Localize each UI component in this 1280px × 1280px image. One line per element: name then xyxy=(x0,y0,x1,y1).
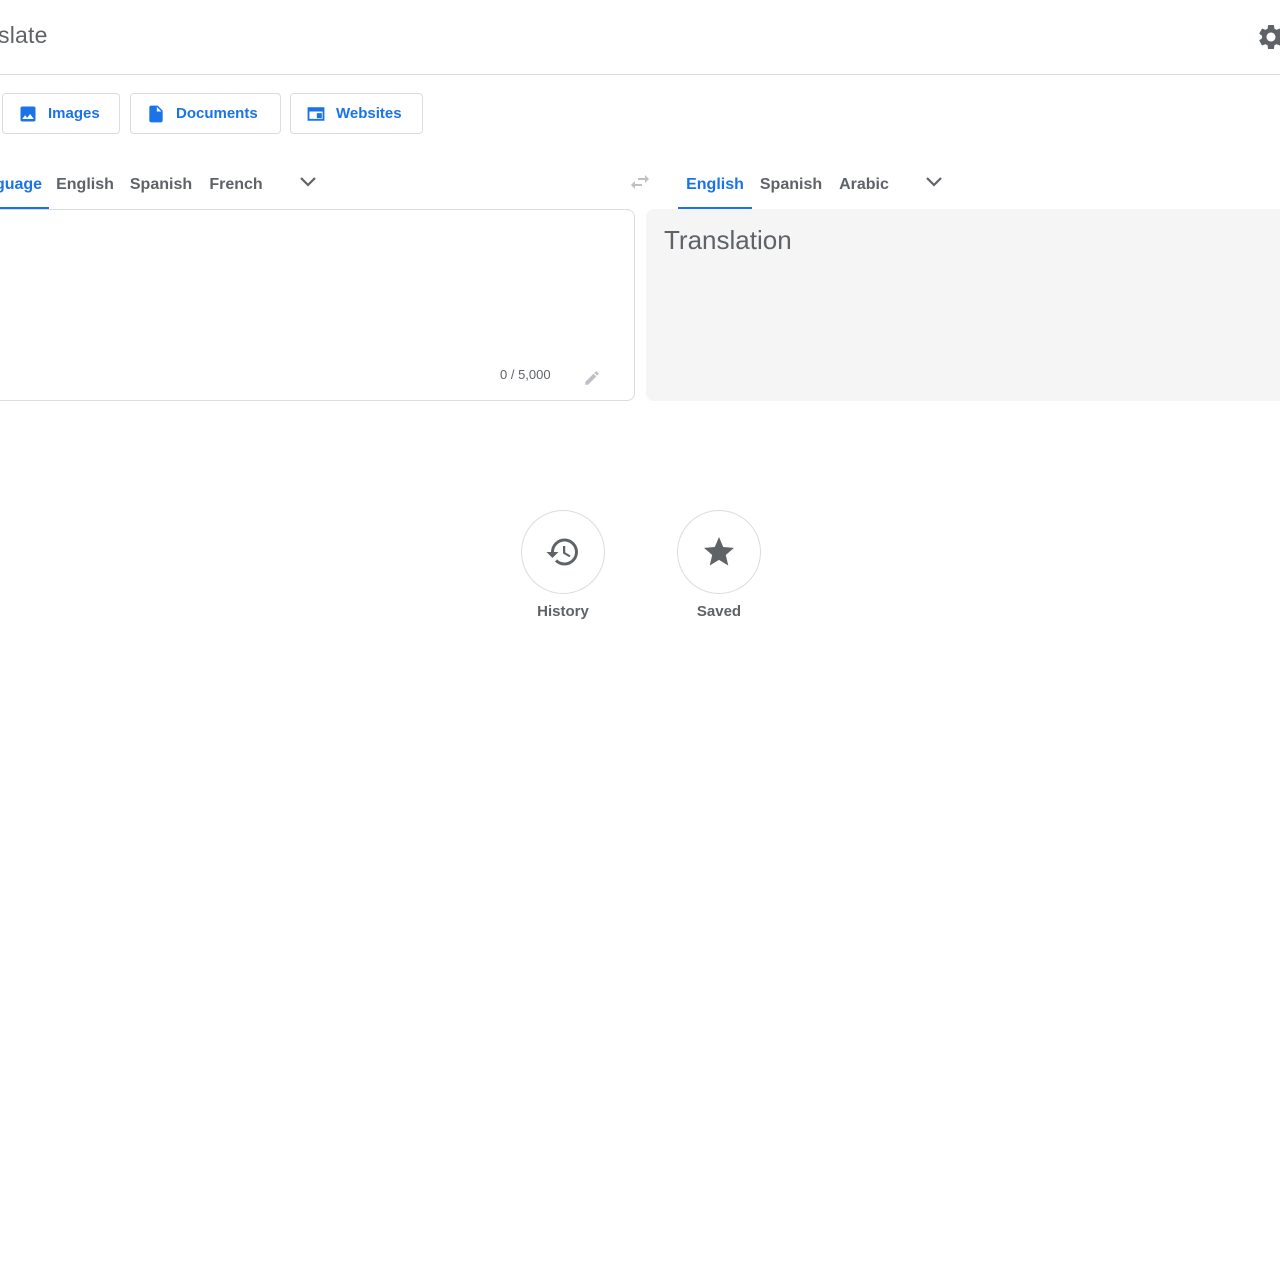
document-icon xyxy=(149,105,163,122)
source-lang-more-button[interactable] xyxy=(292,168,324,196)
settings-button[interactable] xyxy=(1256,22,1280,52)
swap-languages-button[interactable] xyxy=(626,168,654,196)
chevron-down-icon xyxy=(926,177,942,187)
images-button[interactable]: Images xyxy=(2,93,120,134)
history-label: History xyxy=(537,603,589,620)
chevron-down-icon xyxy=(300,177,316,187)
documents-button-label: Documents xyxy=(176,105,258,122)
image-icon xyxy=(20,106,36,121)
websites-button-label: Websites xyxy=(336,105,402,122)
source-lang-tab-english[interactable]: English xyxy=(49,160,121,209)
translation-panel: Translation xyxy=(646,209,1280,401)
source-lang-label: English xyxy=(56,175,114,193)
app-header: slate xyxy=(0,0,1280,75)
handwriting-button[interactable] xyxy=(580,366,604,390)
saved-label: Saved xyxy=(696,603,742,620)
target-lang-label: English xyxy=(686,175,744,193)
history-button[interactable] xyxy=(521,510,605,594)
source-lang-label: French xyxy=(209,175,263,193)
images-button-label: Images xyxy=(48,105,100,122)
saved-button[interactable] xyxy=(677,510,761,594)
source-lang-label: guage xyxy=(0,175,43,193)
website-icon xyxy=(307,106,325,121)
source-lang-tab-french[interactable]: French xyxy=(201,160,271,209)
target-lang-more-button[interactable] xyxy=(918,168,950,196)
source-lang-label: Spanish xyxy=(129,175,193,193)
app-title: slate xyxy=(0,22,48,48)
source-lang-tab-detect[interactable]: guage xyxy=(0,160,49,209)
swap-icon xyxy=(631,175,649,189)
char-count: 0 / 5,000 xyxy=(500,367,551,382)
websites-button[interactable]: Websites xyxy=(290,93,423,134)
target-lang-tab-spanish[interactable]: Spanish xyxy=(752,160,830,209)
translation-placeholder: Translation xyxy=(664,225,792,255)
target-lang-tab-arabic[interactable]: Arabic xyxy=(830,160,898,209)
documents-button[interactable]: Documents xyxy=(130,93,281,134)
target-lang-tab-english[interactable]: English xyxy=(678,160,752,209)
pencil-icon xyxy=(585,371,599,385)
source-text-input[interactable] xyxy=(11,224,611,354)
source-lang-tab-spanish[interactable]: Spanish xyxy=(121,160,201,209)
target-lang-label: Spanish xyxy=(759,175,823,193)
gear-icon xyxy=(1259,24,1280,49)
history-icon xyxy=(546,538,578,566)
star-icon xyxy=(704,537,734,566)
target-lang-label: Arabic xyxy=(839,175,889,193)
